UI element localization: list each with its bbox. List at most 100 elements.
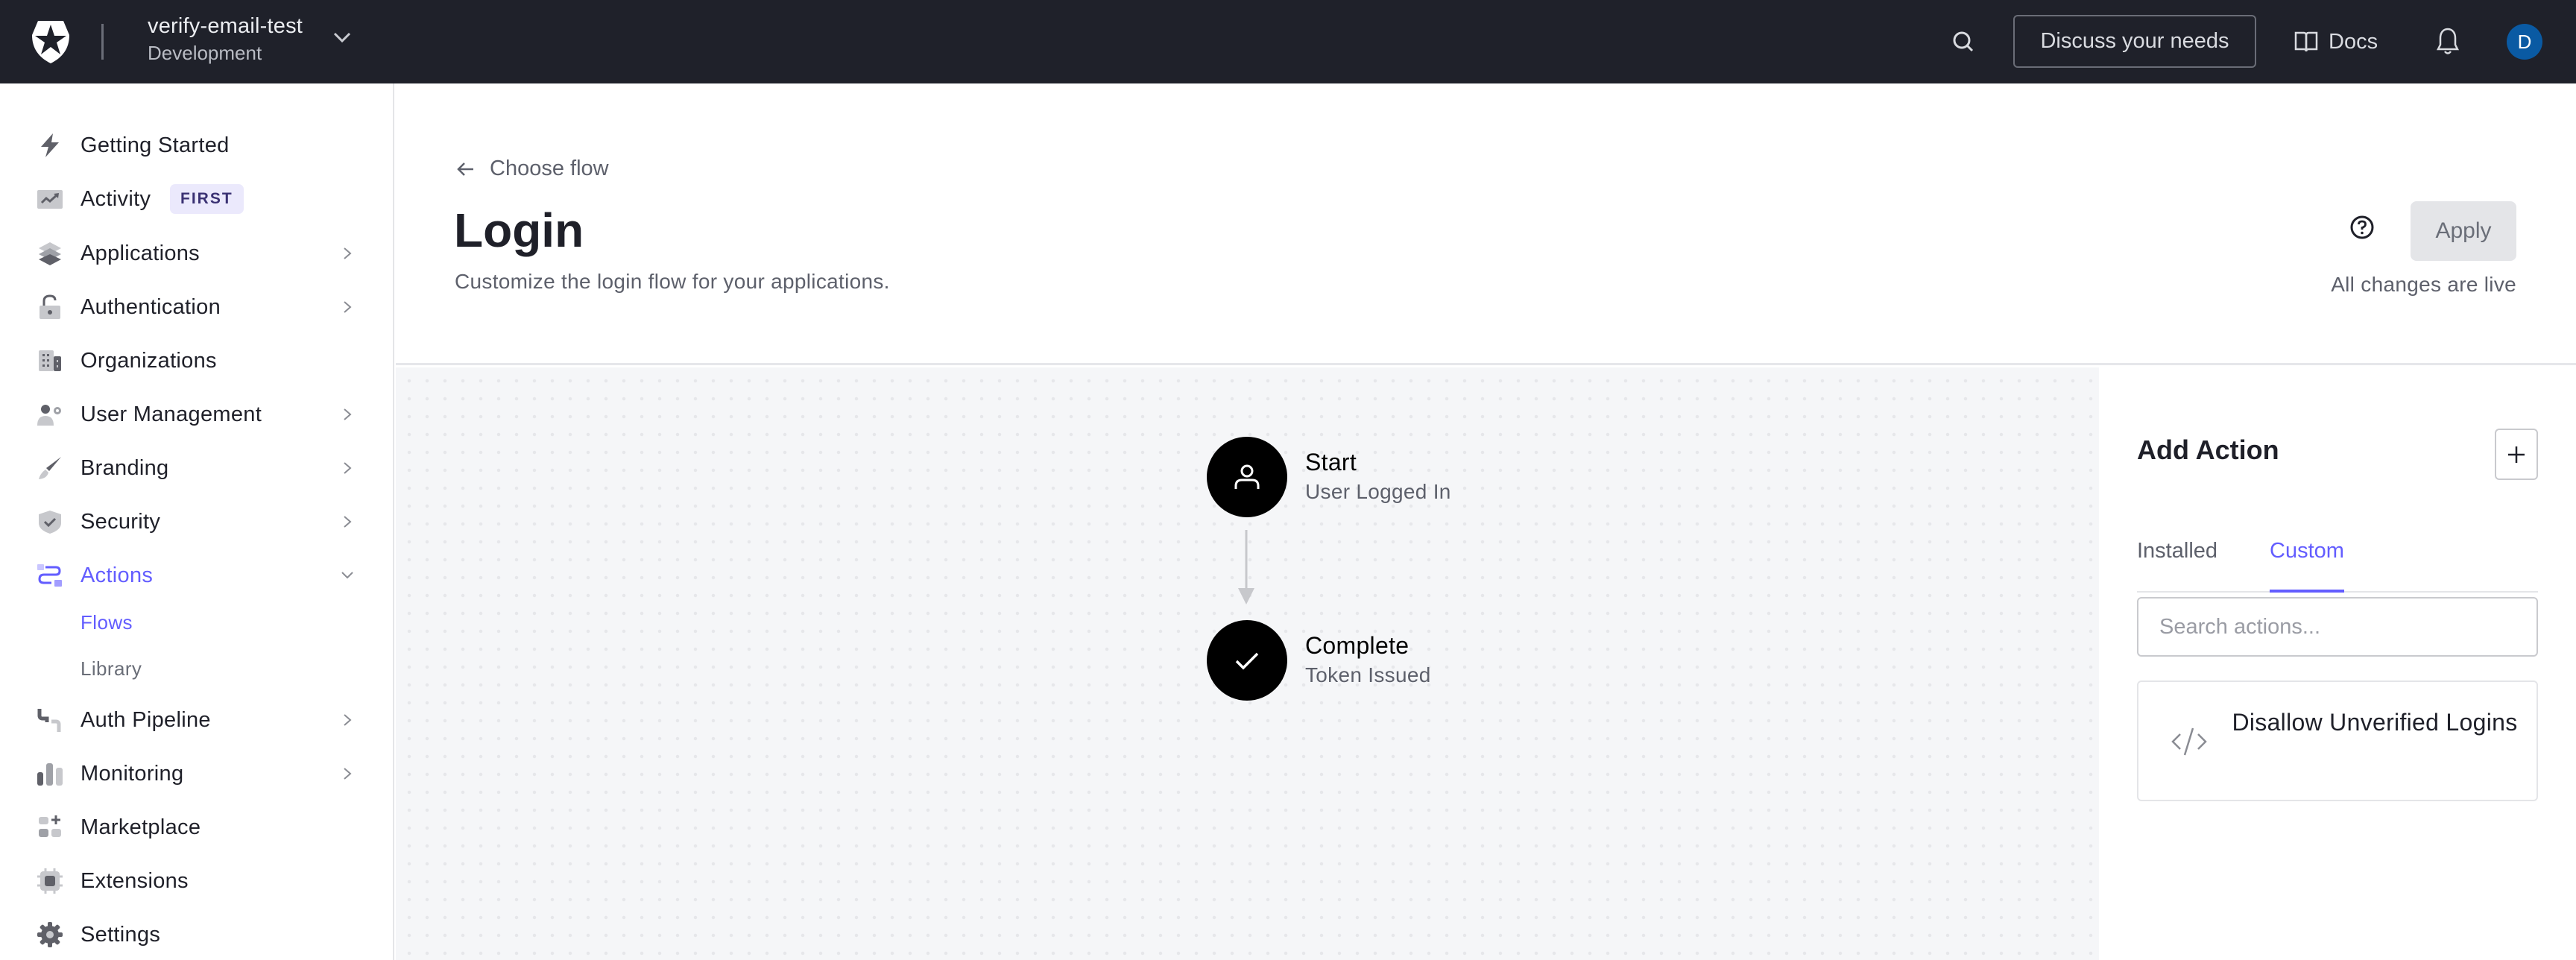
sidebar-item-settings[interactable]: Settings xyxy=(0,912,393,957)
sidebar-item-label: Monitoring xyxy=(80,761,184,786)
sidebar-item-organizations[interactable]: Organizations xyxy=(0,338,393,383)
complete-node-circle xyxy=(1207,620,1287,701)
sidebar-item-label: Organizations xyxy=(80,348,217,373)
brush-icon xyxy=(36,454,64,482)
sidebar-item-label: Settings xyxy=(80,922,161,947)
sidebar-item-user-management[interactable]: User Management xyxy=(0,392,393,437)
sidebar-subitem-library[interactable]: Library xyxy=(80,657,142,680)
sidebar: Getting Started Activity FIRST Applicati… xyxy=(0,83,394,960)
flow-node-complete[interactable]: Complete Token Issued xyxy=(1207,620,1431,701)
action-card[interactable]: Disallow Unverified Logins xyxy=(2137,680,2538,801)
choose-flow-back-link[interactable]: Choose flow xyxy=(455,157,609,181)
pipe-icon xyxy=(36,706,64,734)
first-badge: FIRST xyxy=(170,184,244,214)
sidebar-item-getting-started[interactable]: Getting Started xyxy=(0,123,393,168)
sidebar-item-security[interactable]: Security xyxy=(0,499,393,544)
sidebar-item-label: Applications xyxy=(80,241,200,265)
flow-connector-arrow xyxy=(1238,530,1254,604)
sidebar-item-branding[interactable]: Branding xyxy=(0,446,393,490)
back-link-label: Choose flow xyxy=(490,157,609,180)
actions-flow-icon xyxy=(36,561,64,590)
node-title: Complete xyxy=(1305,632,1409,659)
node-title: Start xyxy=(1305,449,1357,476)
help-circle-icon[interactable] xyxy=(2349,215,2375,240)
start-node-circle xyxy=(1207,437,1287,517)
action-card-label: Disallow Unverified Logins xyxy=(2232,709,2518,736)
page-subtitle: Customize the login flow for your applic… xyxy=(455,270,890,293)
tab-installed[interactable]: Installed xyxy=(2137,528,2217,591)
search-icon[interactable] xyxy=(1951,30,1975,54)
user-gear-icon xyxy=(36,400,64,429)
grid-plus-icon xyxy=(36,813,64,841)
chevron-right-icon xyxy=(344,714,352,726)
layers-icon xyxy=(36,239,64,268)
node-subtitle: User Logged In xyxy=(1305,480,1451,503)
tenant-environment: Development xyxy=(148,42,262,64)
user-icon xyxy=(1234,464,1260,489)
node-subtitle: Token Issued xyxy=(1305,663,1431,686)
shield-check-icon xyxy=(36,508,64,536)
unlock-icon xyxy=(36,293,64,321)
add-action-panel: Add Action Installed Custom Disallow Unv… xyxy=(2099,367,2576,960)
chevron-right-icon xyxy=(344,768,352,780)
chevron-down-icon xyxy=(341,572,353,579)
sidebar-item-actions[interactable]: Actions xyxy=(0,553,393,598)
sidebar-item-marketplace[interactable]: Marketplace xyxy=(0,805,393,850)
chevron-right-icon xyxy=(344,301,352,313)
sidebar-item-label: Activity xyxy=(80,186,151,211)
code-icon xyxy=(2171,727,2207,756)
sidebar-item-label: Security xyxy=(80,509,161,534)
arrow-left-icon xyxy=(457,162,473,176)
bell-icon[interactable] xyxy=(2436,27,2460,57)
check-icon xyxy=(1235,652,1259,670)
sidebar-item-label: Branding xyxy=(80,455,169,480)
book-icon xyxy=(2294,31,2318,52)
topbar-divider xyxy=(101,24,104,60)
top-bar: verify-email-test Development Discuss yo… xyxy=(0,0,2576,83)
auth0-logo-icon[interactable] xyxy=(31,20,70,63)
bolt-icon xyxy=(36,131,64,160)
chevron-right-icon xyxy=(344,462,352,474)
sidebar-item-label: User Management xyxy=(80,402,262,426)
chevron-down-icon[interactable] xyxy=(332,31,352,43)
sidebar-item-label: Authentication xyxy=(80,294,221,319)
sidebar-item-applications[interactable]: Applications xyxy=(0,231,393,276)
gear-icon xyxy=(36,920,64,949)
chevron-right-icon xyxy=(344,247,352,259)
sidebar-item-label: Getting Started xyxy=(80,133,230,157)
building-icon xyxy=(36,347,64,375)
discuss-your-needs-button[interactable]: Discuss your needs xyxy=(2013,15,2256,68)
create-action-button[interactable] xyxy=(2495,429,2538,480)
sidebar-item-auth-pipeline[interactable]: Auth Pipeline xyxy=(0,698,393,742)
panel-title: Add Action xyxy=(2137,435,2279,465)
sidebar-item-monitoring[interactable]: Monitoring xyxy=(0,751,393,796)
search-actions-input[interactable] xyxy=(2137,597,2538,657)
bar-chart-icon xyxy=(36,760,64,788)
tenant-switcher[interactable]: verify-email-test Development xyxy=(148,12,303,66)
page-header: Choose flow Login Customize the login fl… xyxy=(396,83,2576,365)
changes-status-text: All changes are live xyxy=(2331,273,2516,296)
user-avatar[interactable]: D xyxy=(2507,24,2542,60)
chevron-right-icon xyxy=(344,408,352,420)
tab-custom[interactable]: Custom xyxy=(2270,528,2344,593)
sidebar-subitem-flows[interactable]: Flows xyxy=(80,611,133,634)
page-title: Login xyxy=(454,203,584,257)
sidebar-item-label: Marketplace xyxy=(80,815,201,839)
sidebar-item-authentication[interactable]: Authentication xyxy=(0,285,393,329)
trending-chart-icon xyxy=(36,185,64,213)
sidebar-item-extensions[interactable]: Extensions xyxy=(0,859,393,903)
flow-canvas[interactable]: Start User Logged In Complete Token Issu… xyxy=(396,367,2099,960)
chevron-right-icon xyxy=(344,516,352,528)
tenant-name: verify-email-test xyxy=(148,14,303,38)
flow-node-start[interactable]: Start User Logged In xyxy=(1207,437,1451,517)
plus-icon xyxy=(2508,446,2525,463)
sidebar-item-label: Extensions xyxy=(80,868,189,893)
sidebar-item-label: Actions xyxy=(80,563,154,587)
docs-link[interactable]: Docs xyxy=(2294,25,2378,58)
sidebar-item-activity[interactable]: Activity FIRST xyxy=(0,177,393,221)
docs-label: Docs xyxy=(2329,29,2378,54)
chip-icon xyxy=(36,867,64,895)
action-tabs: Installed Custom xyxy=(2137,528,2538,593)
sidebar-item-label: Auth Pipeline xyxy=(80,707,211,732)
apply-button[interactable]: Apply xyxy=(2411,201,2516,261)
